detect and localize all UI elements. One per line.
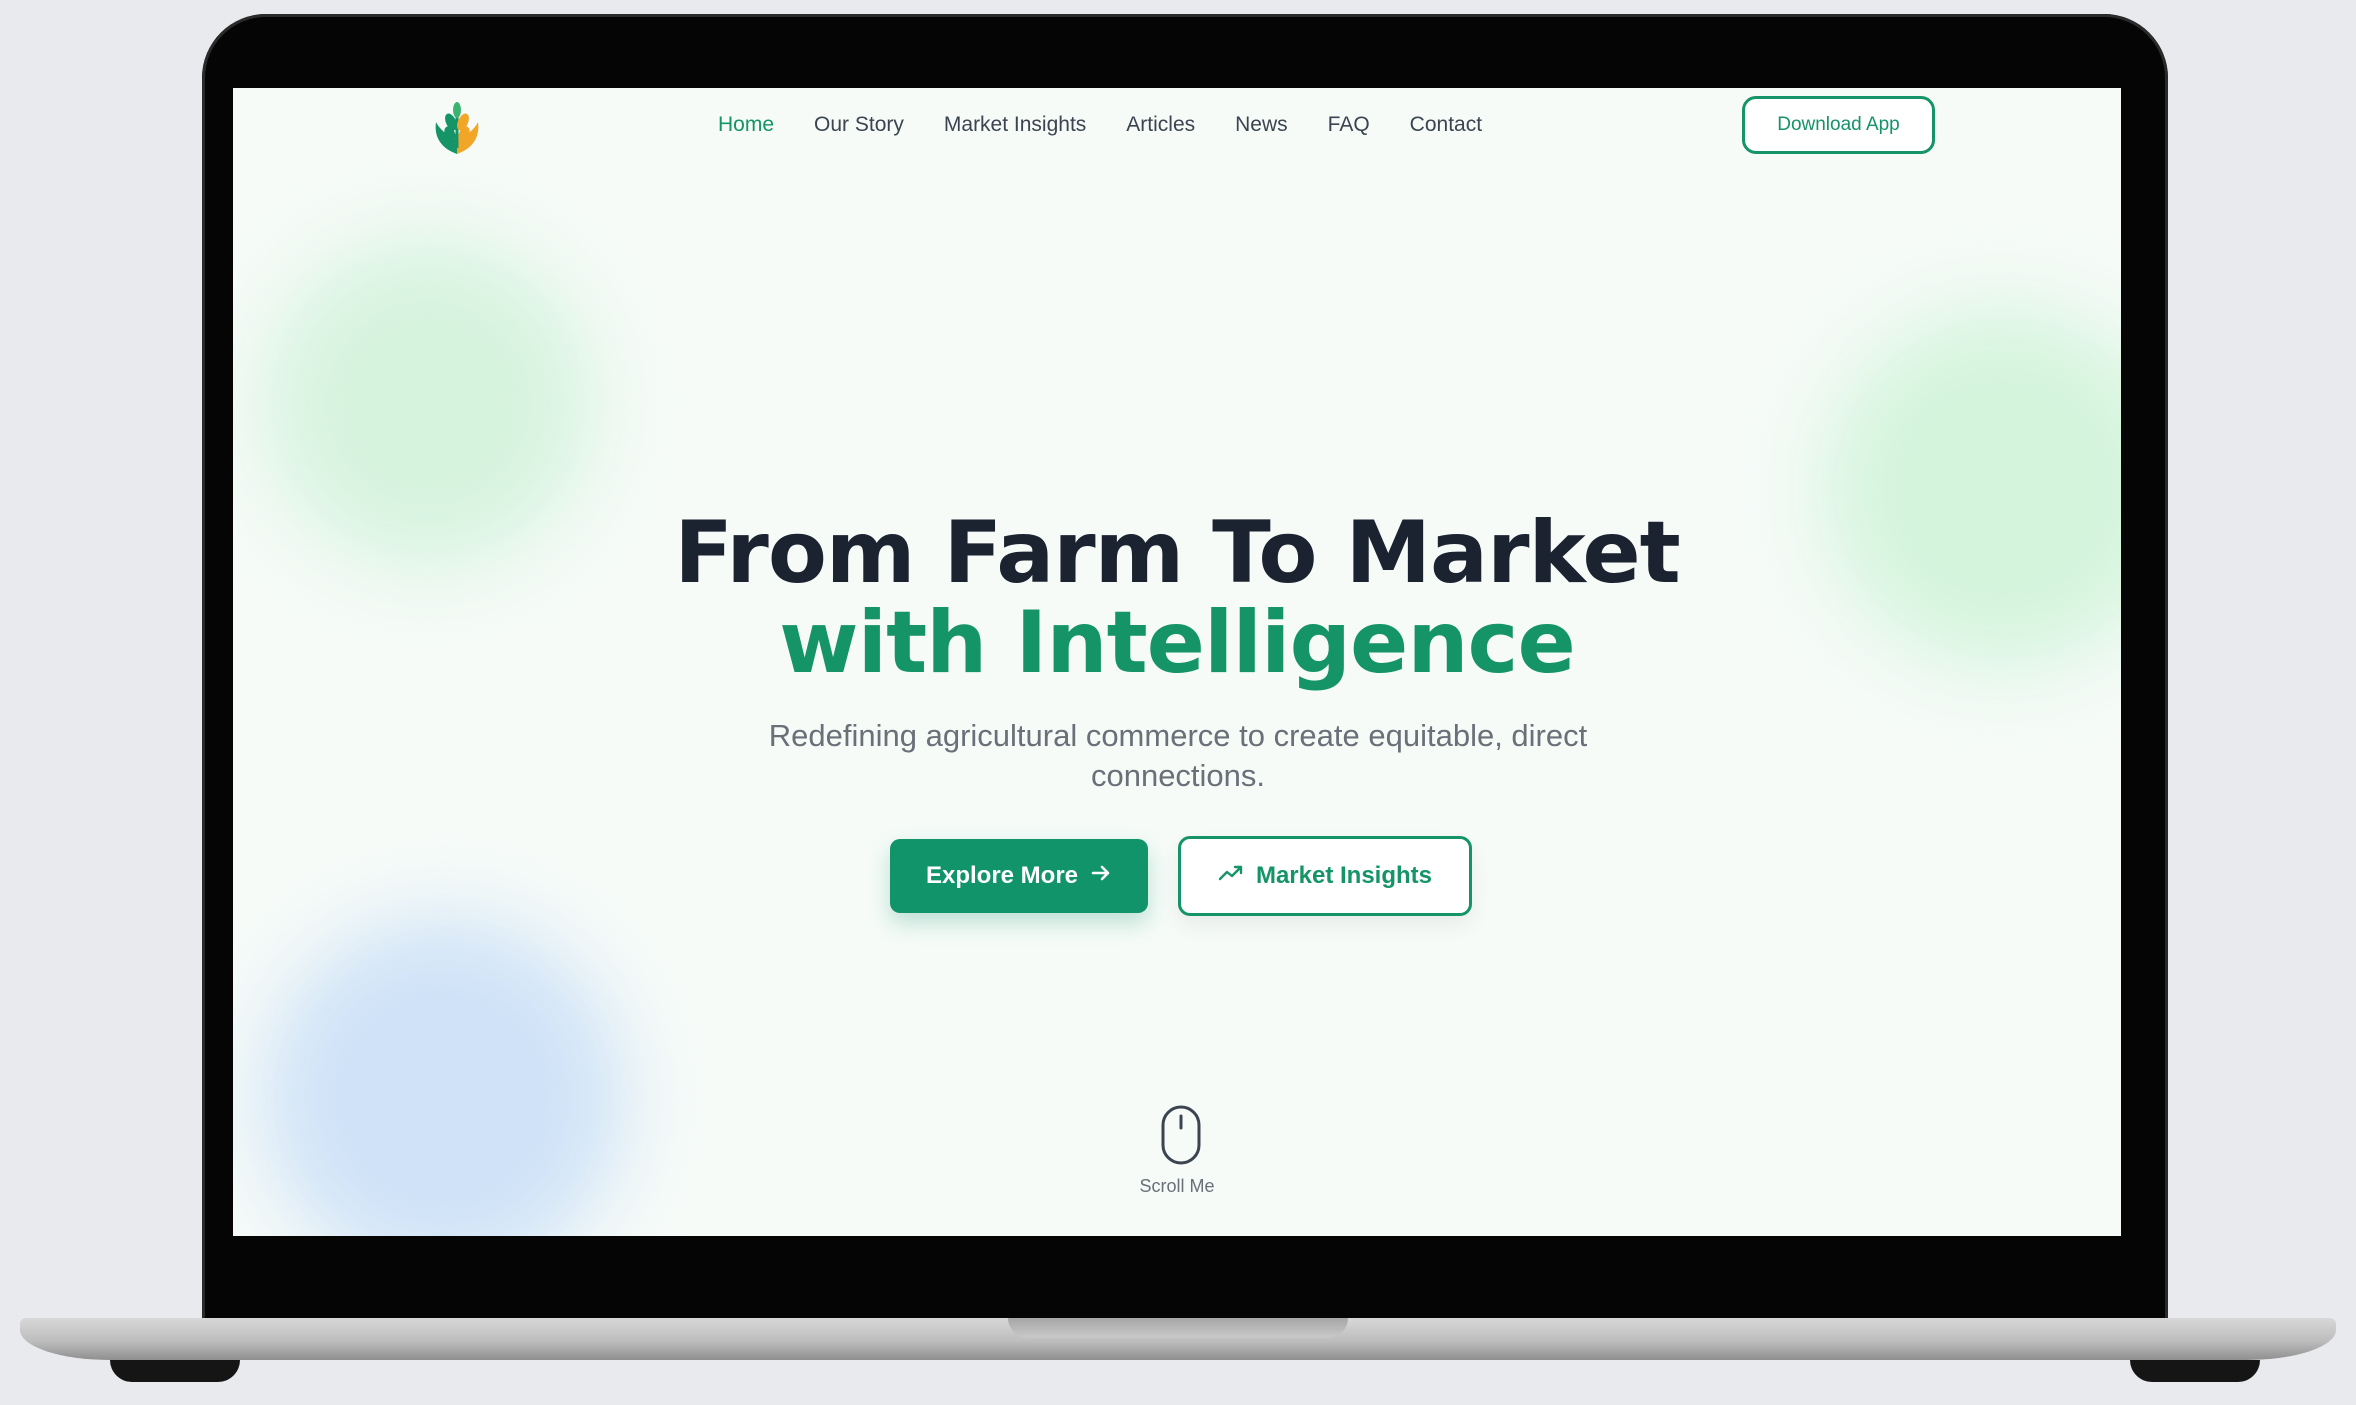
browser-viewport: Home Our Story Market Insights Articles …	[233, 88, 2121, 1236]
scroll-me-label: Scroll Me	[1139, 1176, 1215, 1196]
laptop-foot-left	[110, 1360, 240, 1382]
arrow-right-icon	[1090, 862, 1112, 891]
nav-item-our-story[interactable]: Our Story	[814, 113, 904, 137]
nav-item-news[interactable]: News	[1235, 113, 1288, 137]
nav-item-articles[interactable]: Articles	[1126, 113, 1195, 137]
nav-item-contact[interactable]: Contact	[1410, 113, 1482, 137]
hero-title-line2: with Intelligence	[779, 593, 1576, 693]
nav-item-market-insights[interactable]: Market Insights	[944, 113, 1086, 137]
market-insights-button[interactable]: Market Insights	[1178, 836, 1472, 916]
hero-subtitle: Redefining agricultural commerce to crea…	[768, 718, 1588, 793]
market-insights-label: Market Insights	[1255, 862, 1433, 889]
explore-more-button[interactable]: Explore More	[890, 839, 1148, 913]
wheat-leaf-icon[interactable]	[426, 98, 488, 158]
laptop-base-notch	[1008, 1318, 1348, 1338]
download-app-button[interactable]: Download App	[1742, 96, 1935, 154]
nav-item-home[interactable]: Home	[718, 113, 774, 137]
mouse-icon[interactable]	[1160, 1104, 1202, 1166]
top-navigation: Home Our Story Market Insights Articles …	[233, 88, 2121, 188]
explore-more-label: Explore More	[925, 862, 1079, 889]
nav-links: Home Our Story Market Insights Articles …	[718, 113, 1522, 137]
nav-item-faq[interactable]: FAQ	[1328, 113, 1370, 137]
laptop-foot-right	[2130, 1360, 2260, 1382]
hero-title-line1: From Farm To Market	[674, 503, 1681, 603]
trending-up-icon	[1218, 862, 1244, 890]
download-app-label: Download App	[1777, 114, 1900, 135]
